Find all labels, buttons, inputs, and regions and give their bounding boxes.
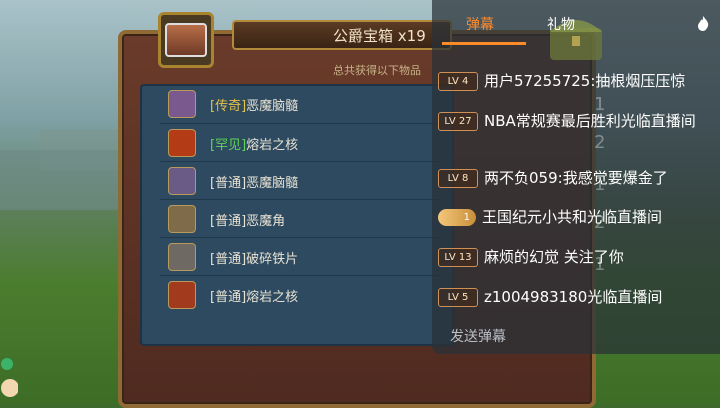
chat-text: 关注了你: [559, 248, 624, 266]
chest-subtitle: 总共获得以下物品: [333, 64, 421, 77]
rarity-tag: [普通]: [210, 290, 247, 305]
chat-message: LV 8 两不负059:我感觉要爆金了: [438, 167, 668, 188]
reward-item: [普通]恶魔角: [168, 205, 438, 235]
chat-message: LV 5 z1004983180光临直播间: [438, 286, 662, 307]
item-name: 恶魔脑髓: [246, 99, 299, 114]
level-badge: LV 27: [438, 112, 478, 131]
reward-item: [罕见]熔岩之核: [168, 129, 438, 159]
tab-gifts[interactable]: 礼物: [547, 14, 575, 34]
ghost-digit: 2: [594, 132, 606, 153]
divider: [160, 275, 440, 276]
chat-username[interactable]: z1004983180: [484, 288, 587, 306]
reward-item: [传奇]恶魔脑髓: [168, 90, 438, 120]
chat-message: LV 27 NBA常规赛最后胜利光临直播间: [438, 110, 696, 131]
item-name: 恶魔角: [246, 214, 286, 229]
chat-text: 光临直播间: [587, 288, 663, 306]
rarity-tag: [普通]: [210, 214, 247, 229]
iron-shard-icon: [168, 243, 196, 271]
chat-message: LV 4 用户57255725:抽根烟压压惊: [438, 70, 685, 91]
level-badge: LV 5: [438, 288, 478, 307]
lava-core-icon: [168, 129, 196, 157]
chat-text: 光临直播间: [587, 208, 663, 226]
divider: [160, 237, 440, 238]
reward-item: [普通]熔岩之核: [168, 281, 438, 311]
divider: [160, 161, 440, 162]
chat-username[interactable]: 麻烦的幻觉: [484, 248, 559, 266]
chat-message: LV 13 麻烦的幻觉 关注了你: [438, 246, 624, 267]
tab-danmaku[interactable]: 弹幕: [466, 14, 494, 34]
reward-item: [普通]恶魔脑髓: [168, 167, 438, 197]
divider: [160, 123, 440, 124]
item-name: 破碎铁片: [246, 252, 299, 267]
demon-brain-icon: [168, 90, 196, 118]
chat-username[interactable]: 王国纪元小共和: [482, 208, 587, 226]
rarity-tag: [普通]: [210, 252, 247, 267]
chat-text: :我感觉要爆金了: [557, 169, 668, 187]
chat-message: 1 王国纪元小共和光临直播间: [438, 206, 662, 227]
level-badge: LV 4: [438, 72, 478, 91]
fan-badge: 1: [438, 209, 476, 226]
chat-text: :抽根烟压压惊: [590, 72, 686, 90]
rarity-tag: [罕见]: [210, 138, 247, 153]
flame-icon[interactable]: [697, 16, 709, 31]
active-tab-indicator: [442, 42, 526, 45]
chest-icon: [158, 12, 214, 68]
demon-horn-icon: [168, 205, 196, 233]
chest-title: 公爵宝箱 x19: [333, 27, 426, 45]
chat-text: 光临直播间: [620, 112, 696, 130]
reward-item: [普通]破碎铁片: [168, 243, 438, 273]
lava-core-icon: [168, 281, 196, 309]
send-danmaku-input[interactable]: 发送弹幕: [450, 326, 506, 346]
level-badge: LV 13: [438, 248, 478, 267]
item-name: 熔岩之核: [246, 138, 299, 153]
rarity-tag: [普通]: [210, 176, 247, 191]
item-name: 恶魔脑髓: [246, 176, 299, 191]
level-badge: LV 8: [438, 169, 478, 188]
demon-brain-icon: [168, 167, 196, 195]
chat-username[interactable]: 两不负059: [484, 169, 558, 187]
divider: [160, 199, 440, 200]
chat-username[interactable]: NBA常规赛最后胜利: [484, 112, 621, 130]
chat-username[interactable]: 用户57255725: [484, 72, 590, 90]
character-avatar-icon[interactable]: [0, 354, 18, 404]
item-name: 熔岩之核: [246, 290, 299, 305]
rarity-tag: [传奇]: [210, 99, 247, 114]
